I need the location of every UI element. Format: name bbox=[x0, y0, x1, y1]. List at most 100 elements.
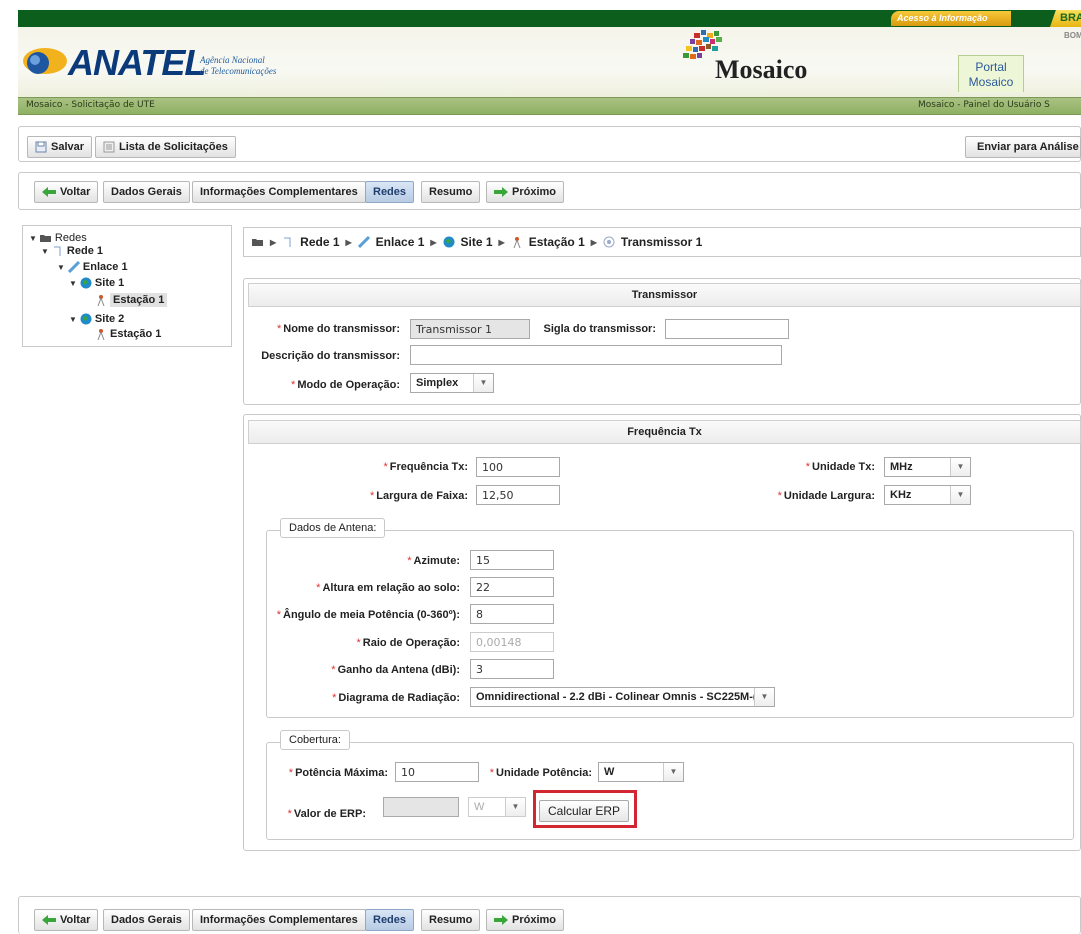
link-icon bbox=[67, 261, 80, 273]
tree-item-site1[interactable]: ▼ Site 1 bbox=[69, 277, 124, 289]
tree-item-rede[interactable]: ▼ Rede 1 bbox=[41, 245, 103, 257]
unidade-largura-label: * Unidade Largura: bbox=[777, 490, 875, 502]
expand-icon[interactable]: ▼ bbox=[69, 315, 77, 324]
ganho-field[interactable]: 3 bbox=[470, 659, 554, 679]
tree-root-label: Redes bbox=[54, 232, 87, 244]
solicitation-list-button[interactable]: Lista de Solicitações bbox=[95, 136, 236, 158]
expand-icon[interactable]: ▼ bbox=[29, 234, 37, 243]
next-button[interactable]: Próximo bbox=[486, 909, 565, 931]
nome-transmissor-field[interactable]: Transmissor 1 bbox=[410, 319, 530, 339]
back-button[interactable]: Voltar bbox=[34, 181, 99, 203]
valor-erp-field bbox=[383, 797, 459, 817]
breadcrumb-enlace[interactable]: Enlace 1 bbox=[376, 235, 425, 249]
sigla-transmissor-field[interactable] bbox=[665, 319, 789, 339]
list-icon bbox=[103, 141, 115, 153]
tree-item-site2[interactable]: ▼ Site 2 bbox=[69, 313, 124, 325]
antena-legend: Dados de Antena: bbox=[280, 518, 386, 538]
modo-label-text: Modo de Operação: bbox=[297, 379, 400, 391]
largura-faixa-label: * Largura de Faixa: bbox=[370, 490, 468, 502]
erp-unit-value: W bbox=[474, 801, 485, 813]
send-for-analysis-button[interactable]: Enviar para Análise bbox=[965, 136, 1081, 158]
tree-enlace-label: Enlace 1 bbox=[82, 261, 128, 273]
modo-operacao-select[interactable]: Simplex ▼ bbox=[410, 373, 494, 393]
azimute-field[interactable]: 15 bbox=[470, 550, 554, 570]
next-button[interactable]: Próximo bbox=[486, 181, 565, 203]
altura-label-text: Altura em relação ao solo: bbox=[322, 582, 460, 594]
tab-informacoes-complementares[interactable]: Informações Complementares bbox=[192, 181, 366, 203]
transmitter-icon bbox=[603, 236, 615, 248]
tab-resumo[interactable]: Resumo bbox=[421, 181, 481, 203]
potencia-maxima-field[interactable]: 10 bbox=[395, 762, 479, 782]
chevron-down-icon[interactable]: ▼ bbox=[754, 688, 774, 706]
tree-item-site2-estacao[interactable]: Estação 1 bbox=[95, 328, 161, 340]
chevron-down-icon[interactable]: ▼ bbox=[663, 763, 683, 781]
ganho-label-text: Ganho da Antena (dBi): bbox=[337, 664, 460, 676]
network-tree: ▼ Redes ▼ Rede 1 ▼ Enlace 1 ▼ Site 1 Est… bbox=[22, 225, 232, 347]
chevron-down-icon[interactable]: ▼ bbox=[950, 486, 970, 504]
tree-estacao-label: Estação 1 bbox=[110, 293, 168, 307]
unidade-tx-value: MHz bbox=[890, 461, 913, 473]
folder-open-icon bbox=[252, 239, 263, 246]
back-label: Voltar bbox=[60, 186, 91, 198]
unidade-tx-select[interactable]: MHz ▼ bbox=[884, 457, 971, 477]
antenna-icon bbox=[97, 329, 105, 340]
arrow-right-icon bbox=[494, 915, 508, 925]
chevron-down-icon[interactable]: ▼ bbox=[473, 374, 493, 392]
anatel-globe-icon bbox=[23, 48, 67, 74]
globe-icon bbox=[80, 313, 92, 325]
tree-item-site1-estacao[interactable]: Estação 1 bbox=[95, 293, 168, 307]
expand-icon[interactable]: ▼ bbox=[69, 279, 77, 288]
user-panel-link[interactable]: Mosaico - Painel do Usuário S bbox=[918, 100, 1050, 110]
save-icon bbox=[35, 141, 47, 153]
angulo-field[interactable]: 8 bbox=[470, 604, 554, 624]
expand-icon[interactable]: ▼ bbox=[57, 263, 65, 272]
arrow-left-icon bbox=[42, 915, 56, 925]
unidade-largura-label-text: Unidade Largura: bbox=[783, 490, 875, 502]
tree-root[interactable]: ▼ Redes bbox=[29, 232, 87, 244]
back-button[interactable]: Voltar bbox=[34, 909, 99, 931]
largura-faixa-field[interactable]: 12,50 bbox=[476, 485, 560, 505]
unidade-potencia-value: W bbox=[604, 766, 615, 778]
diagrama-select[interactable]: Omnidirectional - 2.2 dBi - Colinear Omn… bbox=[470, 687, 775, 707]
expand-icon[interactable]: ▼ bbox=[41, 247, 49, 256]
tab-redes[interactable]: Redes bbox=[365, 909, 415, 931]
agencia-line1: Agência Nacional bbox=[200, 55, 265, 65]
breadcrumb-site[interactable]: Site 1 bbox=[461, 235, 493, 249]
tab-informacoes-complementares[interactable]: Informações Complementares bbox=[192, 909, 366, 931]
azimute-label: * Azimute: bbox=[407, 555, 460, 567]
ganho-label: * Ganho da Antena (dBi): bbox=[331, 664, 460, 676]
descricao-transmissor-field[interactable] bbox=[410, 345, 782, 365]
portal-mosaico-tab[interactable]: Portal Mosaico bbox=[958, 55, 1024, 92]
brasil-link[interactable]: BRASIL bbox=[1050, 10, 1081, 27]
chevron-down-icon: ▼ bbox=[505, 798, 525, 816]
frequencia-tx-field[interactable]: 100 bbox=[476, 457, 560, 477]
breadcrumb-rede[interactable]: Rede 1 bbox=[300, 235, 339, 249]
modo-operacao-label: * Modo de Operação: bbox=[291, 379, 400, 391]
acesso-informacao-link[interactable]: Acesso à Informação bbox=[891, 11, 1011, 26]
chevron-down-icon[interactable]: ▼ bbox=[950, 458, 970, 476]
tab-dados-gerais[interactable]: Dados Gerais bbox=[103, 181, 190, 203]
unidade-potencia-label-text: Unidade Potência: bbox=[496, 767, 592, 779]
tree-site2-label: Site 2 bbox=[94, 313, 125, 325]
government-bar: Acesso à Informação BRASIL bbox=[18, 10, 1081, 27]
breadcrumb-estacao[interactable]: Estação 1 bbox=[529, 235, 585, 249]
nome-transmissor-label: * Nome do transmissor: bbox=[276, 323, 400, 335]
unidade-largura-select[interactable]: KHz ▼ bbox=[884, 485, 971, 505]
breadcrumb-separator: ▶ bbox=[345, 237, 352, 247]
tab-redes[interactable]: Redes bbox=[365, 181, 415, 203]
frequencia-title: Frequência Tx bbox=[248, 420, 1081, 444]
unidade-potencia-select[interactable]: W ▼ bbox=[598, 762, 684, 782]
cobertura-fieldset bbox=[266, 742, 1074, 840]
anatel-logo[interactable]: ANATEL bbox=[68, 42, 206, 84]
tab-dados-gerais[interactable]: Dados Gerais bbox=[103, 909, 190, 931]
agencia-line2: de Telecomunicações bbox=[200, 66, 277, 76]
tab-resumo[interactable]: Resumo bbox=[421, 909, 481, 931]
list-label: Lista de Solicitações bbox=[119, 141, 228, 153]
network-icon bbox=[284, 237, 291, 247]
portal-line2: Mosaico bbox=[968, 75, 1014, 89]
save-button[interactable]: Salvar bbox=[27, 136, 93, 158]
altura-field[interactable]: 22 bbox=[470, 577, 554, 597]
mosaico-title: Mosaico bbox=[715, 55, 808, 84]
tree-item-enlace[interactable]: ▼ Enlace 1 bbox=[57, 261, 128, 273]
potencia-maxima-label: * Potência Máxima: bbox=[288, 767, 388, 779]
